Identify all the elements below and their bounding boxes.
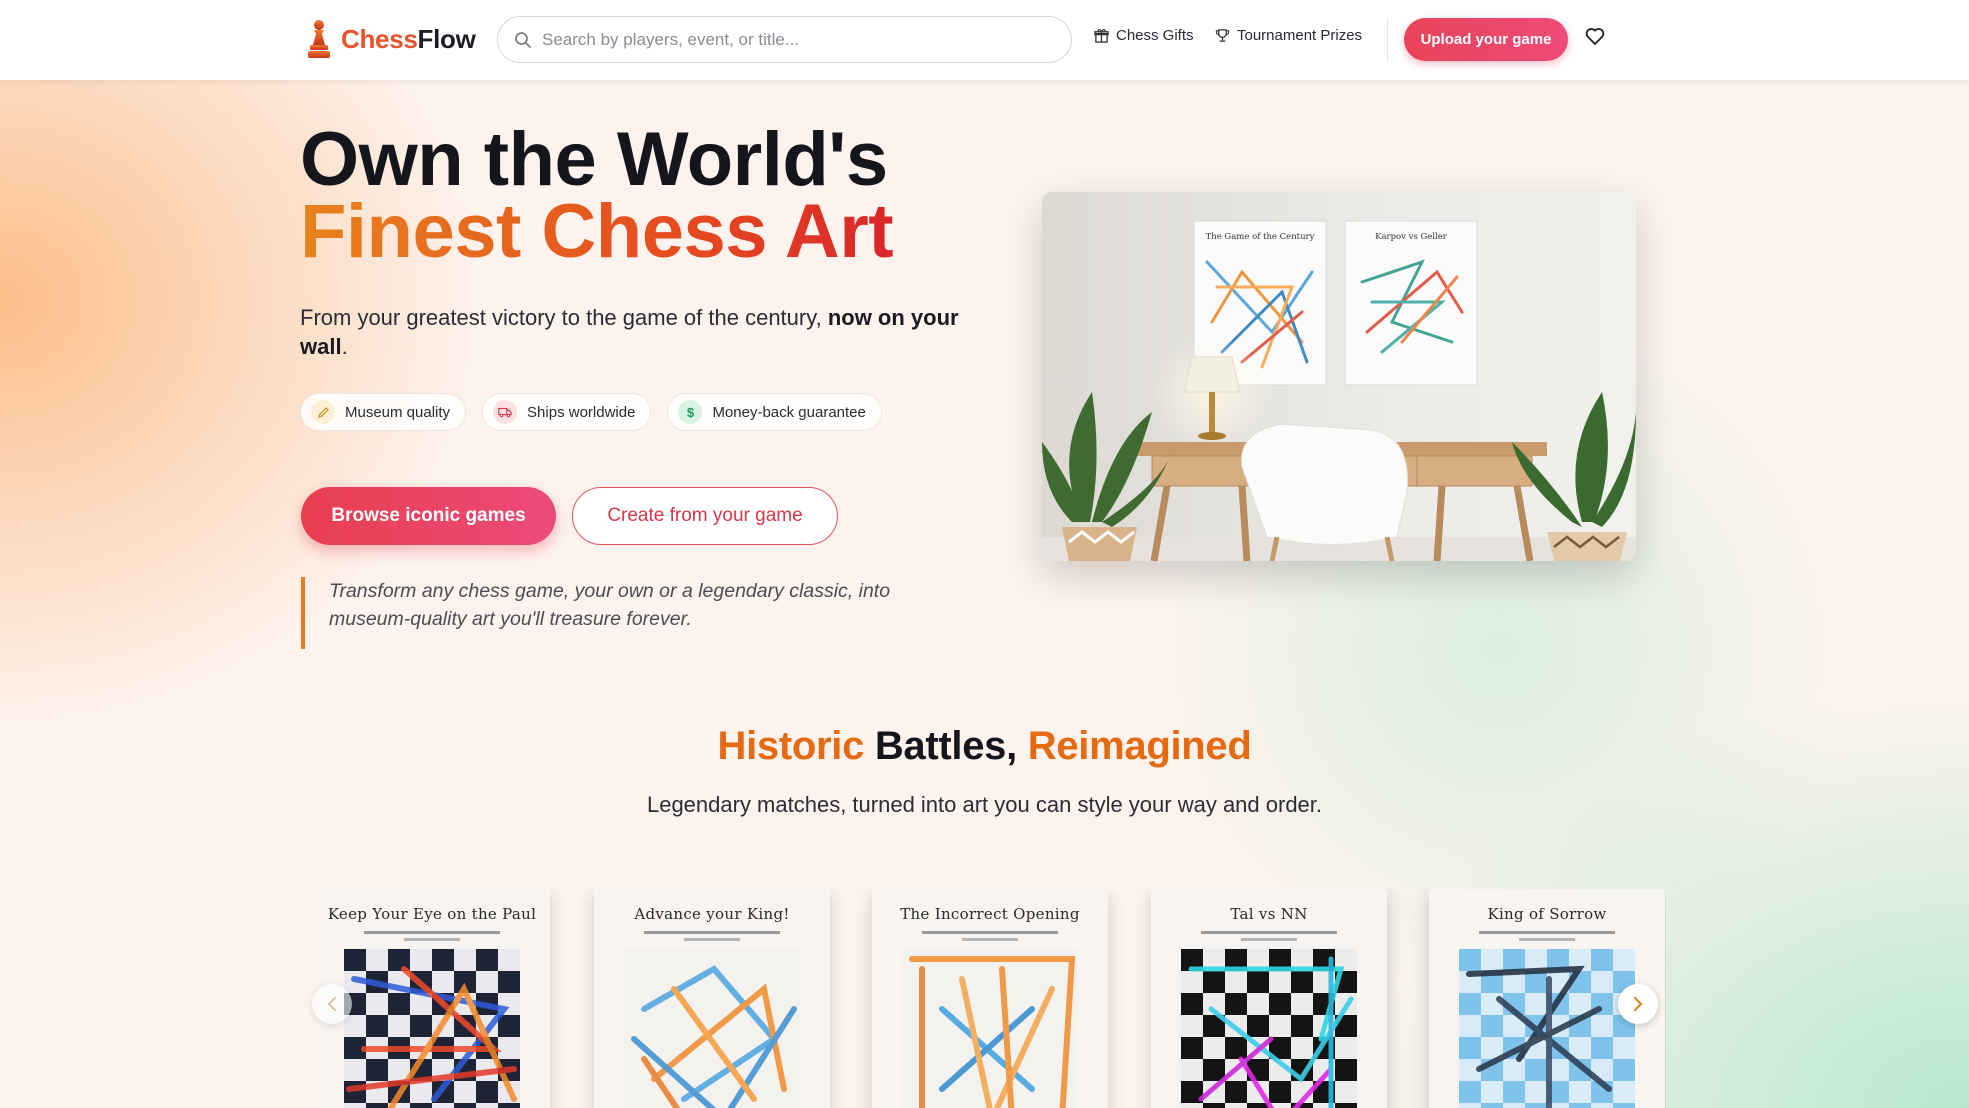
hero-title-line2: Finest Chess Art: [300, 189, 894, 274]
chip-museum-quality: Museum quality: [300, 393, 467, 431]
poster-karpov-vs-geller: Karpov vs Geller: [1344, 220, 1478, 386]
chess-art-board: [1459, 949, 1635, 1108]
hero-title-line1: Own the World's: [300, 117, 888, 202]
dollar-icon: $: [678, 400, 703, 424]
heart-icon[interactable]: [1585, 27, 1605, 46]
room-mockup-image: The Game of the Century Karpov vs Geller: [1042, 192, 1636, 561]
section-title: Historic Battles, Reimagined: [717, 724, 1252, 768]
browse-iconic-games-button[interactable]: Browse iconic games: [301, 487, 556, 545]
feature-chips: Museum quality Ships worldwide $ Money-b…: [300, 393, 882, 431]
hero-title: Own the World's Finest Chess Art: [300, 117, 894, 274]
card-title: Tal vs NN: [1230, 905, 1308, 923]
search-input[interactable]: [542, 29, 1022, 50]
search-bar[interactable]: [497, 16, 1072, 63]
card-title: The Incorrect Opening: [900, 905, 1080, 923]
section-subtitle: Legendary matches, turned into art you c…: [646, 792, 1323, 817]
svg-text:The Game of the Century: The Game of the Century: [1206, 232, 1315, 242]
nav-divider: [1387, 18, 1388, 62]
card-title: Keep Your Eye on the Paul: [327, 905, 537, 923]
card-subtitle-lines: [364, 931, 500, 941]
card-subtitle-lines: [644, 931, 780, 941]
chess-art-board: [1181, 949, 1357, 1108]
artwork-card[interactable]: Advance your King!: [594, 889, 830, 1108]
chess-pawn-logo-icon: [308, 20, 330, 58]
card-subtitle-lines: [1479, 931, 1615, 941]
search-icon: [515, 31, 531, 48]
gift-icon: [1094, 28, 1109, 43]
create-from-your-game-button[interactable]: Create from your game: [572, 487, 838, 545]
carousel-prev-button[interactable]: [312, 984, 352, 1024]
chip-money-back: $ Money-back guarantee: [667, 393, 882, 431]
card-title: Advance your King!: [634, 905, 790, 923]
top-nav-bar: ChessFlow Chess Gifts Tournament Prizes …: [0, 0, 1969, 80]
nav-chess-gifts-label: Chess Gifts: [1116, 27, 1194, 44]
nav-chess-gifts[interactable]: Chess Gifts: [1094, 27, 1194, 44]
brand-name: ChessFlow: [341, 23, 476, 54]
chip-ships-worldwide: Ships worldwide: [482, 393, 652, 431]
truck-icon: [493, 400, 518, 424]
hero-quote: Transform any chess game, your own or a …: [301, 577, 901, 649]
card-title: King of Sorrow: [1487, 905, 1607, 923]
hero-subtitle: From your greatest victory to the game o…: [300, 305, 959, 359]
artwork-card[interactable]: Tal vs NN: [1151, 889, 1387, 1108]
trophy-icon: [1215, 29, 1230, 42]
nav-tournament-prizes-label: Tournament Prizes: [1237, 27, 1363, 44]
artwork-card[interactable]: The Incorrect Opening: [872, 889, 1108, 1108]
chevron-right-icon: [1633, 996, 1643, 1012]
pencil-icon: [311, 400, 335, 424]
svg-text:Karpov vs Geller: Karpov vs Geller: [1375, 232, 1448, 242]
chess-art-board: [344, 949, 520, 1108]
artwork-carousel: Keep Your Eye on the Paul Advance your K…: [314, 889, 1666, 1108]
carousel-next-button[interactable]: [1618, 984, 1658, 1024]
upload-game-button[interactable]: Upload your game: [1404, 18, 1568, 61]
card-subtitle-lines: [1201, 931, 1337, 941]
chess-art-board: [902, 949, 1078, 1108]
chevron-left-icon: [327, 997, 336, 1011]
brand-logo[interactable]: ChessFlow: [305, 16, 476, 62]
chess-art-board: [624, 949, 800, 1108]
nav-tournament-prizes[interactable]: Tournament Prizes: [1215, 27, 1362, 44]
card-subtitle-lines: [922, 931, 1058, 941]
